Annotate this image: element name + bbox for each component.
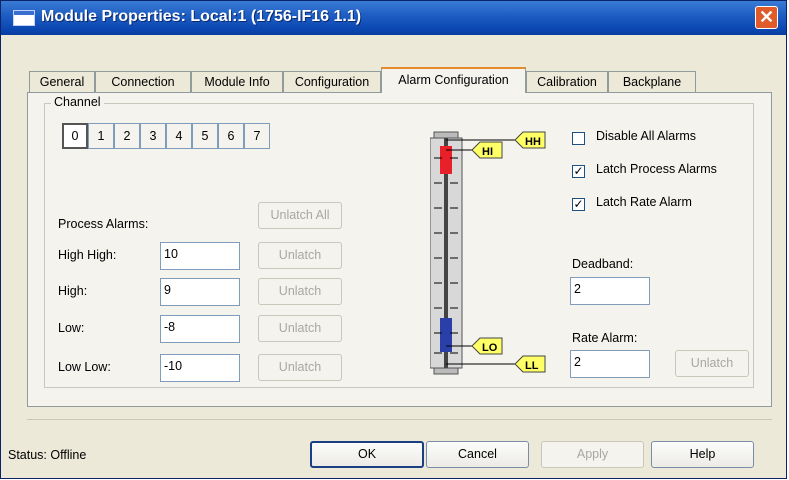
high-high-input[interactable]: 10 [160,242,240,270]
cancel-button[interactable]: Cancel [426,441,529,468]
tab-general[interactable]: General [29,71,95,92]
low-low-input[interactable]: -10 [160,354,240,382]
rate-alarm-unlatch-button[interactable]: Unlatch [675,350,749,377]
high-unlatch-button[interactable]: Unlatch [258,278,342,305]
ok-button[interactable]: OK [310,441,424,468]
tab-calibration[interactable]: Calibration [526,71,608,92]
tab-module-info[interactable]: Module Info [191,71,283,92]
high-input[interactable]: 9 [160,278,240,306]
channel-group-label: Channel [51,95,104,109]
hh-marker-label: HH [525,136,541,148]
channel-button-3[interactable]: 3 [140,123,166,149]
channel-button-0[interactable]: 0 [62,123,88,149]
rate-alarm-label: Rate Alarm: [572,331,638,345]
disable-all-alarms-label[interactable]: Disable All Alarms [596,129,696,143]
disable-all-alarms-checkbox[interactable] [572,132,585,145]
unlatch-all-button[interactable]: Unlatch All [258,202,342,229]
tab-backplane[interactable]: Backplane [608,71,696,92]
channel-groupbox: Channel 0 1 2 3 4 5 6 7 Process Alarms: … [44,95,754,388]
channel-button-7[interactable]: 7 [244,123,270,149]
deadband-input[interactable]: 2 [570,277,650,305]
rate-alarm-input[interactable]: 2 [570,350,650,378]
meter-low-zone [440,318,452,352]
meter-bottom-cap [433,367,459,375]
status-text: Status: Offline [8,448,87,462]
tab-alarm-configuration[interactable]: Alarm Configuration [381,67,526,93]
channel-button-1[interactable]: 1 [88,123,114,149]
apply-button[interactable]: Apply [541,441,644,468]
channel-button-5[interactable]: 5 [192,123,218,149]
close-button[interactable]: ✕ [755,6,778,29]
high-high-unlatch-button[interactable]: Unlatch [258,242,342,269]
hi-marker-label: HI [482,146,493,158]
low-label: Low: [58,321,85,335]
low-low-unlatch-button[interactable]: Unlatch [258,354,342,381]
alarm-level-meter: HH HI LO LL [430,131,546,375]
tab-connection[interactable]: Connection [95,71,191,92]
high-high-label: High High: [58,248,117,262]
latch-process-alarms-label[interactable]: Latch Process Alarms [596,162,717,176]
low-input[interactable]: -8 [160,315,240,343]
window-title: Module Properties: Local:1 (1756-IF16 1.… [41,8,362,25]
help-button[interactable]: Help [651,441,754,468]
dialog-footer: Status: Offline OK Cancel Apply Help [1,421,786,480]
low-low-label: Low Low: [58,360,111,374]
high-label: High: [58,284,88,298]
meter-top-cap [433,131,459,139]
footer-divider [27,419,772,420]
channel-button-2[interactable]: 2 [114,123,140,149]
window-icon [13,10,35,26]
latch-rate-alarm-checkbox[interactable]: ✓ [572,198,585,211]
module-properties-dialog: Module Properties: Local:1 (1756-IF16 1.… [0,0,787,479]
title-bar[interactable]: Module Properties: Local:1 (1756-IF16 1.… [1,1,786,35]
low-unlatch-button[interactable]: Unlatch [258,315,342,342]
ll-marker-label: LL [525,360,539,372]
deadband-label: Deadband: [572,257,634,271]
tab-configuration[interactable]: Configuration [283,71,381,92]
latch-rate-alarm-label[interactable]: Latch Rate Alarm [596,195,692,209]
channel-button-4[interactable]: 4 [166,123,192,149]
latch-process-alarms-checkbox[interactable]: ✓ [572,165,585,178]
process-alarms-label: Process Alarms: [58,217,149,231]
alarm-configuration-panel: Channel 0 1 2 3 4 5 6 7 Process Alarms: … [27,92,772,407]
channel-button-6[interactable]: 6 [218,123,244,149]
lo-marker-label: LO [482,342,498,354]
